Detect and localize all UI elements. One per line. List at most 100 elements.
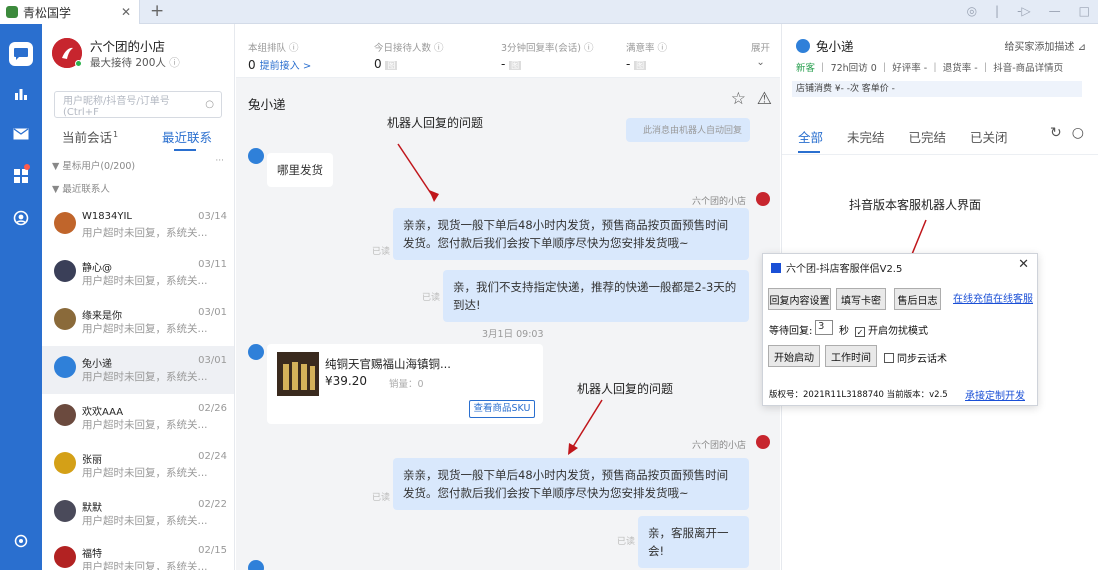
group-more-icon[interactable]: ··· <box>215 156 224 166</box>
wait-reply-label: 等待回复: <box>769 326 813 337</box>
help-icon[interactable]: ◎ <box>967 4 977 18</box>
tab-close-icon[interactable]: ✕ <box>121 5 131 19</box>
contact-last-message: 用户超时未回复，系统关... <box>82 371 208 383</box>
expand-toggle[interactable]: 展开 ⌄ <box>751 40 770 68</box>
annotation-arrow <box>905 219 927 269</box>
tab-title: 青松国学 <box>23 5 72 20</box>
contact-column: 六个团的小店 最大接待 200人 ⓘ 用户昵称/抖音号/订单号(Ctrl+F ○… <box>42 24 235 570</box>
app-icon <box>6 6 18 18</box>
tab-current-label: 当前会话 <box>62 130 113 145</box>
group-starred[interactable]: ▼ 星标用户(0/200) <box>52 158 135 172</box>
contact-name: 张丽 <box>82 455 102 466</box>
shop-name: 六个团的小店 <box>90 39 166 54</box>
shop-capacity: 最大接待 200人 ⓘ <box>90 55 180 70</box>
minimize-icon[interactable]: — <box>1049 4 1061 18</box>
maximize-icon[interactable]: □ <box>1079 4 1090 18</box>
contact-name: 兔小递 <box>82 359 112 370</box>
dnd-checkbox[interactable]: ✓ 开启勿扰模式 <box>855 322 928 337</box>
stat-badge: 图 <box>509 61 522 70</box>
settings-nav-icon[interactable] <box>9 529 33 553</box>
contact-last-message: 用户超时未回复，系统关... <box>82 227 208 239</box>
chevron-down-icon: ⌄ <box>756 57 765 68</box>
notification-dot <box>24 164 30 170</box>
stat-badge: 图 <box>634 61 647 70</box>
tab-current-sessions[interactable]: 当前会话1 <box>62 127 118 146</box>
search-input[interactable]: 用户昵称/抖音号/订单号(Ctrl+F ○ <box>54 91 222 118</box>
annotation-arrows <box>397 143 603 455</box>
contact-date: 02/24 <box>198 451 227 462</box>
contact-item[interactable]: W1834YIL 03/14 用户超时未回复，系统关... <box>42 202 234 250</box>
stat-value: - <box>501 57 506 71</box>
contact-item[interactable]: 欢欢AAA 02/26 用户超时未回复，系统关... <box>42 394 234 442</box>
checkbox-unchecked[interactable] <box>884 353 894 363</box>
custom-dev-link[interactable]: 承接定制开发 <box>965 387 1025 402</box>
browser-tab[interactable]: 青松国学 ✕ <box>0 0 140 24</box>
card-key-button[interactable]: 填写卡密 <box>836 288 886 310</box>
dnd-label: 开启勿扰模式 <box>868 326 928 337</box>
contact-last-message: 用户超时未回复，系统关... <box>82 515 208 527</box>
group-recent[interactable]: ▼ 最近联系人 <box>52 181 110 195</box>
new-tab-button[interactable]: + <box>150 1 164 21</box>
stats-nav-icon[interactable] <box>9 82 33 106</box>
after-sale-log-button[interactable]: 售后日志 <box>894 288 941 310</box>
contact-date: 02/22 <box>198 499 227 510</box>
search-icon[interactable]: ○ <box>205 99 214 110</box>
early-access-link[interactable]: 提前接入 > <box>260 61 312 72</box>
home-icon <box>771 262 781 273</box>
contact-avatar <box>54 308 76 330</box>
robot-dialog: 六个团-抖店客服伴侣V2.5 ✕ 回复内容设置 填写卡密 售后日志 在线充值 在… <box>762 253 1038 406</box>
stat-queue: 本组排队 ⓘ 0 提前接入 > <box>248 40 311 72</box>
contact-date: 02/26 <box>198 403 227 414</box>
contact-avatar <box>54 500 76 522</box>
contact-item-selected[interactable]: 兔小递 03/01 用户超时未回复，系统关... <box>42 346 234 394</box>
stat-label: 本组排队 ⓘ <box>248 43 299 54</box>
contact-item[interactable]: 福特 02/15 用户超时未回复，系统关... <box>42 536 234 570</box>
start-button[interactable]: 开始启动 <box>768 345 820 367</box>
shop-header: 六个团的小店 最大接待 200人 ⓘ <box>52 36 180 70</box>
dialog-title: 六个团-抖店客服伴侣V2.5 <box>771 260 902 275</box>
search-placeholder: 用户昵称/抖音号/订单号(Ctrl+F <box>63 95 170 118</box>
contact-avatar <box>54 260 76 282</box>
contact-avatar <box>54 452 76 474</box>
contact-name: 静心@ <box>82 263 112 274</box>
checkbox-checked[interactable]: ✓ <box>855 327 865 337</box>
cloud-sync-checkbox[interactable]: 同步云话术 <box>884 350 947 365</box>
cloud-sync-label: 同步云话术 <box>897 354 947 365</box>
contact-date: 03/01 <box>198 355 227 366</box>
contact-item[interactable]: 默默 02/22 用户超时未回复，系统关... <box>42 490 234 538</box>
contact-avatar <box>54 212 76 234</box>
tab-recent-contacts[interactable]: 最近联系 <box>162 127 212 146</box>
window-controls: ◎ | -▷ — □ <box>967 4 1090 18</box>
info-icon: ⓘ <box>169 57 180 69</box>
tab-current-count: 1 <box>113 129 119 139</box>
contact-item[interactable]: 缘来是你 03/01 用户超时未回复，系统关... <box>42 298 234 346</box>
wait-seconds-input[interactable]: 3 <box>815 320 833 335</box>
contact-name: 欢欢AAA <box>82 407 124 418</box>
stats-bar: 本组排队 ⓘ 0 提前接入 > 今日接待人数 ⓘ 0 图 3分钟回复率(会话) ⓘ… <box>236 24 780 78</box>
reply-settings-button[interactable]: 回复内容设置 <box>768 288 831 310</box>
online-service-link[interactable]: 在线客服 <box>993 290 1033 305</box>
service-nav-icon[interactable] <box>9 206 33 230</box>
divider: | <box>995 4 1000 18</box>
contact-name: 缘来是你 <box>82 311 122 322</box>
contact-name: W1834YIL <box>82 211 132 222</box>
recharge-link[interactable]: 在线充值 <box>953 290 993 305</box>
stat-value: - <box>626 57 631 71</box>
contact-item[interactable]: 张丽 02/24 用户超时未回复，系统关... <box>42 442 234 490</box>
contact-last-message: 用户超时未回复，系统关... <box>82 467 208 479</box>
contact-avatar <box>54 546 76 568</box>
chat-nav-icon[interactable] <box>9 42 33 66</box>
close-icon[interactable]: ✕ <box>1018 257 1029 272</box>
work-time-button[interactable]: 工作时间 <box>825 345 877 367</box>
contact-last-message: 用户超时未回复，系统关... <box>82 561 208 570</box>
exit-icon[interactable]: -▷ <box>1017 4 1031 18</box>
mail-nav-icon[interactable] <box>9 122 33 146</box>
contact-item[interactable]: 静心@ 03/11 用户超时未回复，系统关... <box>42 250 234 298</box>
stat-reply-rate: 3分钟回复率(会话) ⓘ - 图 <box>501 40 593 71</box>
title-bar <box>0 0 1098 24</box>
stat-today: 今日接待人数 ⓘ 0 图 <box>374 40 444 71</box>
stat-satisfaction: 满意率 ⓘ - 图 <box>626 40 667 71</box>
version-info: 版权号：2021R11L3188740 当前版本：v2.5 <box>769 390 948 400</box>
chat-area: 兔小递 ☆ ⚠ 此消息由机器人自动回复 哪里发货 六个团的小店 亲亲，现货一般下… <box>236 78 780 570</box>
stat-value: 0 <box>248 58 256 72</box>
